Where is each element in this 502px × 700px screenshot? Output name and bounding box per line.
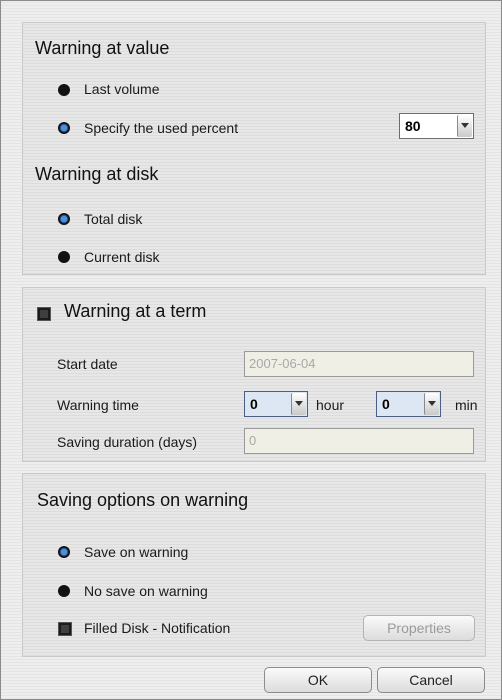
min-combo[interactable]: 0 [376, 391, 441, 417]
hour-unit-label: hour [316, 397, 345, 413]
last-volume-label[interactable]: Last volume [84, 81, 159, 97]
filled-disk-checkbox[interactable] [58, 622, 72, 636]
hour-combo[interactable]: 0 [244, 391, 308, 417]
warning-at-value-heading: Warning at value [35, 38, 170, 58]
chevron-down-icon[interactable] [291, 393, 306, 415]
total-disk-label[interactable]: Total disk [84, 211, 142, 227]
cancel-button[interactable]: Cancel [377, 667, 485, 693]
save-on-warning-radio[interactable] [58, 546, 70, 558]
current-disk-label[interactable]: Current disk [84, 249, 159, 265]
filled-disk-label[interactable]: Filled Disk - Notification [84, 620, 230, 636]
specify-percent-radio[interactable] [58, 122, 70, 134]
saving-options-heading: Saving options on warning [37, 490, 249, 510]
chevron-down-icon[interactable] [424, 393, 439, 415]
start-date-label: Start date [57, 356, 118, 372]
properties-button[interactable]: Properties [363, 615, 475, 641]
min-unit-label: min [455, 397, 478, 413]
warning-at-term-heading[interactable]: Warning at a term [64, 301, 206, 322]
total-disk-radio[interactable] [58, 213, 70, 225]
chevron-down-icon[interactable] [457, 115, 472, 137]
hour-value: 0 [250, 396, 258, 412]
warning-term-checkbox[interactable] [37, 307, 51, 321]
save-on-warning-label[interactable]: Save on warning [84, 544, 188, 560]
warning-time-label: Warning time [57, 397, 139, 413]
saving-options-panel: Saving options on warning Save on warnin… [22, 473, 486, 657]
warning-value-disk-panel: Warning at value Last volume Specify the… [22, 22, 486, 275]
dialog-window: Warning at value Last volume Specify the… [0, 0, 502, 700]
current-disk-radio[interactable] [58, 251, 70, 263]
percent-value: 80 [405, 118, 421, 134]
warning-at-disk-heading: Warning at disk [35, 164, 159, 184]
percent-combo[interactable]: 80 [399, 113, 474, 139]
saving-duration-field[interactable]: 0 [244, 428, 474, 454]
last-volume-radio[interactable] [58, 84, 70, 96]
no-save-on-warning-radio[interactable] [58, 585, 70, 597]
specify-percent-label[interactable]: Specify the used percent [84, 120, 238, 136]
start-date-field[interactable]: 2007-06-04 [244, 351, 474, 377]
min-value: 0 [382, 396, 390, 412]
no-save-on-warning-label[interactable]: No save on warning [84, 583, 208, 599]
ok-button[interactable]: OK [264, 667, 372, 693]
saving-duration-label: Saving duration (days) [57, 434, 198, 450]
warning-term-panel: Warning at a term Start date 2007-06-04 … [22, 287, 486, 462]
